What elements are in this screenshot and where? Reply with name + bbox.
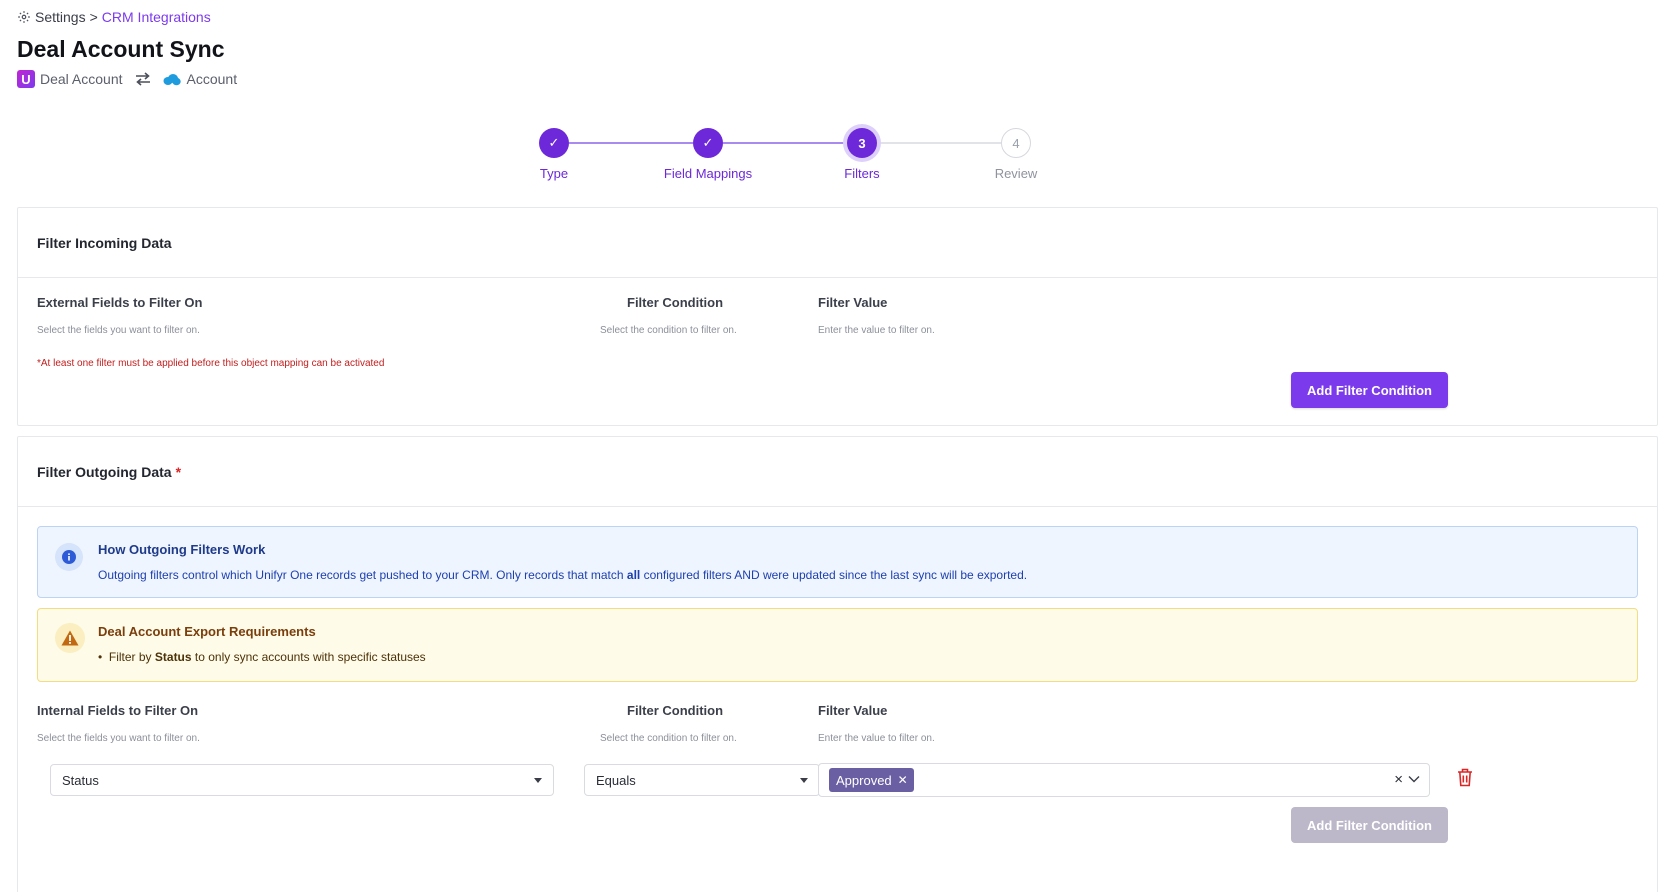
chevron-down-icon[interactable] xyxy=(1408,775,1420,783)
filter-value-heading: Filter Value xyxy=(818,703,888,718)
step-field-mappings[interactable]: ✓ Field Mappings xyxy=(648,128,768,181)
step-number: 3 xyxy=(847,128,877,158)
requirements-title: Deal Account Export Requirements xyxy=(98,624,316,639)
step-type[interactable]: ✓ Type xyxy=(494,128,614,181)
external-fields-hint: Select the fields you want to filter on. xyxy=(37,325,200,336)
filter-value-hint: Enter the value to filter on. xyxy=(818,325,935,336)
source-object-label: Deal Account xyxy=(40,71,123,87)
gear-icon xyxy=(18,11,30,23)
step-label: Review xyxy=(994,166,1038,181)
filter-condition-heading: Filter Condition xyxy=(627,703,724,718)
internal-fields-hint: Select the fields you want to filter on. xyxy=(37,733,200,744)
filter-value-hint: Enter the value to filter on. xyxy=(818,733,935,744)
internal-fields-heading: Internal Fields to Filter On xyxy=(37,703,199,718)
caret-down-icon xyxy=(534,778,542,783)
sync-objects-line: U Deal Account Account xyxy=(17,70,237,88)
target-object-label: Account xyxy=(186,71,238,87)
add-outgoing-filter-button[interactable]: Add Filter Condition xyxy=(1291,807,1448,843)
swap-icon xyxy=(135,72,150,86)
step-filters[interactable]: 3 Filters xyxy=(802,128,922,181)
step-number: 4 xyxy=(1001,128,1031,158)
step-label: Type xyxy=(539,166,569,181)
internal-field-select[interactable]: Status xyxy=(50,764,554,796)
step-label: Field Mappings xyxy=(663,166,753,181)
breadcrumb: Settings > CRM Integrations xyxy=(17,9,211,25)
progress-stepper: ✓ Type ✓ Field Mappings 3 Filters 4 Revi… xyxy=(539,128,1145,188)
required-mark: * xyxy=(175,463,182,480)
activation-warning: *At least one filter must be applied bef… xyxy=(37,358,385,369)
filter-condition-select[interactable]: Equals xyxy=(584,764,820,796)
breadcrumb-settings-link[interactable]: Settings xyxy=(35,9,86,25)
breadcrumb-crm-integrations-link[interactable]: CRM Integrations xyxy=(102,9,211,25)
info-body: Outgoing filters control which Unifyr On… xyxy=(98,568,1028,582)
clear-icon[interactable]: × xyxy=(1394,771,1403,788)
breadcrumb-separator: > xyxy=(89,9,98,25)
salesforce-cloud-icon xyxy=(163,73,181,85)
requirements-item: • Filter by Status to only sync accounts… xyxy=(98,650,426,664)
page-title: Deal Account Sync xyxy=(17,36,225,62)
step-review[interactable]: 4 Review xyxy=(956,128,1076,181)
remove-chip-icon[interactable]: ✕ xyxy=(898,773,908,787)
panel-title: Filter Incoming Data xyxy=(18,208,1657,278)
panel-title: Filter Outgoing Data * xyxy=(18,437,1657,507)
info-title: How Outgoing Filters Work xyxy=(98,542,266,557)
filter-condition-hint: Select the condition to filter on. xyxy=(600,733,737,744)
external-fields-heading: External Fields to Filter On xyxy=(37,295,203,310)
filter-condition-heading: Filter Condition xyxy=(627,295,724,310)
trash-icon[interactable] xyxy=(1457,768,1473,787)
warning-icon xyxy=(55,623,85,653)
unifyr-logo-icon: U xyxy=(17,70,35,88)
export-requirements-box: Deal Account Export Requirements • Filte… xyxy=(37,608,1638,682)
add-incoming-filter-button[interactable]: Add Filter Condition xyxy=(1291,372,1448,408)
outgoing-info-box: How Outgoing Filters Work Outgoing filte… xyxy=(37,526,1638,598)
filter-outgoing-panel: Filter Outgoing Data * How Outgoing Filte… xyxy=(17,436,1658,892)
value-chip: Approved ✕ xyxy=(829,768,914,792)
filter-condition-hint: Select the condition to filter on. xyxy=(600,325,737,336)
filter-incoming-panel: Filter Incoming Data External Fields to … xyxy=(17,207,1658,426)
filter-value-multiselect[interactable]: Approved ✕ × xyxy=(818,763,1430,797)
filter-value-heading: Filter Value xyxy=(818,295,888,310)
info-icon xyxy=(55,543,83,571)
check-icon: ✓ xyxy=(693,128,723,158)
check-icon: ✓ xyxy=(539,128,569,158)
caret-down-icon xyxy=(800,778,808,783)
step-label: Filters xyxy=(844,166,880,181)
